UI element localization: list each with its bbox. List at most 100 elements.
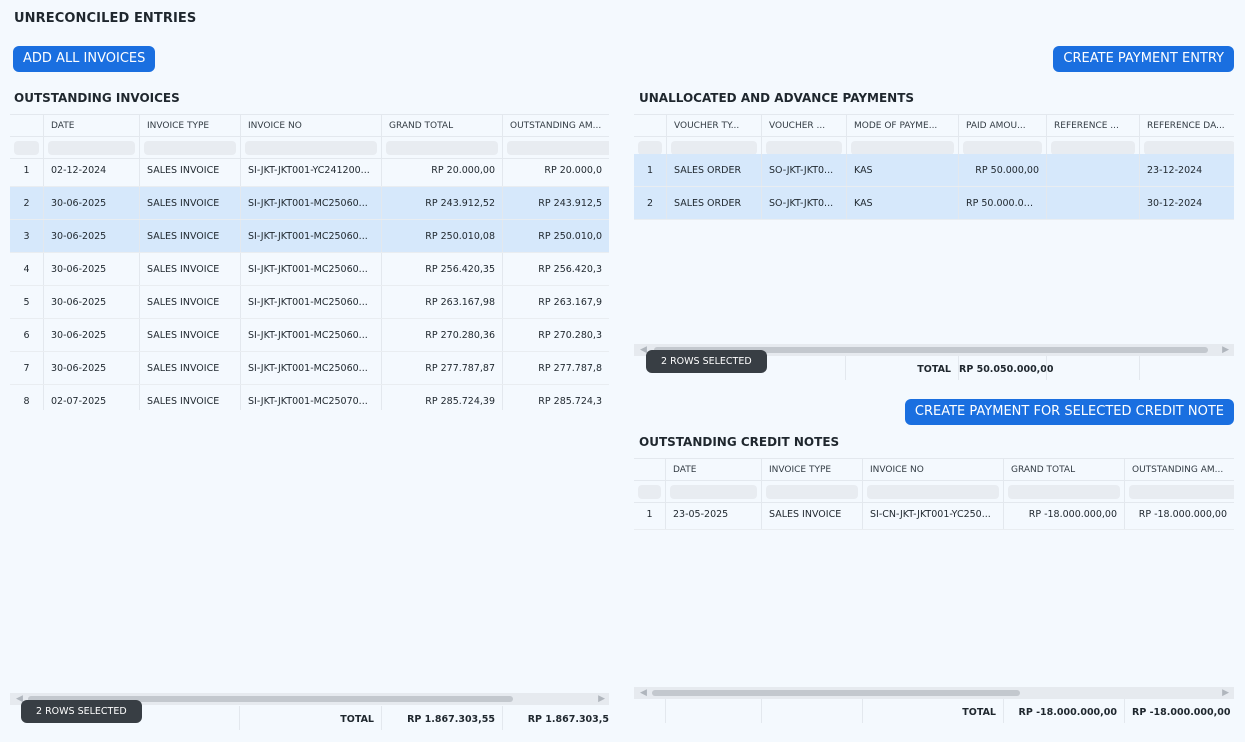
row-index: 5: [23, 297, 30, 308]
cell-outstanding: RP 250.010,0: [502, 220, 609, 252]
invoices-section-title: OUTSTANDING INVOICES: [14, 91, 180, 105]
table-row[interactable]: 5 30-06-2025 SALES INVOICE SI-JKT-JKT001-MC…: [10, 286, 609, 319]
cell-invoice-no: SI-CN-JKT-JKT001-YC250...: [862, 500, 1003, 529]
column-header-reference-no[interactable]: REFERENCE ...: [1046, 115, 1139, 136]
filter-mode-input[interactable]: [851, 141, 954, 155]
column-header-voucher-type[interactable]: VOUCHER TY...: [666, 115, 761, 136]
credit-notes-section-title: OUTSTANDING CREDIT NOTES: [639, 435, 840, 449]
cell-invoice-no: SI-JKT-JKT001-YC241200...: [240, 154, 381, 186]
table-row[interactable]: 1 23-05-2025 SALES INVOICE SI-CN-JKT-JKT001…: [634, 500, 1234, 530]
column-header-paid-amount[interactable]: PAID AMOU...: [958, 115, 1046, 136]
column-header-outstanding[interactable]: OUTSTANDING AM...: [1124, 459, 1234, 480]
cell-invoice-no: SI-JKT-JKT001-MC25060...: [240, 352, 381, 384]
cell-invoice-type: SALES INVOICE: [139, 220, 240, 252]
cell-outstanding: RP 285.724,3: [502, 385, 609, 410]
payments-section-title: UNALLOCATED AND ADVANCE PAYMENTS: [639, 91, 915, 105]
cell-invoice-type: SALES INVOICE: [139, 154, 240, 186]
table-row[interactable]: 6 30-06-2025 SALES INVOICE SI-JKT-JKT001-MC…: [10, 319, 609, 352]
filter-invoice-type-input[interactable]: [144, 141, 236, 155]
cell-invoice-no: SI-JKT-JKT001-MC25060...: [240, 220, 381, 252]
column-header-date[interactable]: DATE: [665, 459, 761, 480]
filter-invoice-type-input[interactable]: [766, 485, 858, 499]
table-row[interactable]: 8 02-07-2025 SALES INVOICE SI-JKT-JKT001-MC…: [10, 385, 609, 410]
cell-date: 30-06-2025: [43, 286, 139, 318]
payments-grid: VOUCHER TY... VOUCHER ... MODE OF PAYME.…: [634, 114, 1234, 344]
payments-selected-badge: 2 ROWS SELECTED: [646, 350, 767, 373]
table-row[interactable]: 2 SALES ORDER SO-JKT-JKT0... KAS RP 50.000.0…: [634, 187, 1234, 220]
cell-date: 30-06-2025: [43, 319, 139, 351]
table-row[interactable]: 1 SALES ORDER SO-JKT-JKT0... KAS RP 50.000,0…: [634, 154, 1234, 187]
cell-date: 30-06-2025: [43, 253, 139, 285]
filter-voucher-no-input[interactable]: [766, 141, 842, 155]
column-header-grand-total[interactable]: GRAND TOTAL: [1003, 459, 1124, 480]
cell-outstanding: RP 270.280,3: [502, 319, 609, 351]
cell-invoice-type: SALES INVOICE: [139, 286, 240, 318]
cell-grand-total: RP 243.912,52: [381, 187, 502, 219]
filter-outstanding-input[interactable]: [1129, 485, 1234, 499]
invoices-header-row: DATE INVOICE TYPE INVOICE NO GRAND TOTAL…: [10, 114, 609, 137]
table-row[interactable]: 7 30-06-2025 SALES INVOICE SI-JKT-JKT001-MC…: [10, 352, 609, 385]
table-row[interactable]: 3 30-06-2025 SALES INVOICE SI-JKT-JKT001-MC…: [10, 220, 609, 253]
cell-reference-no: [1046, 187, 1139, 219]
totals-empty-cell: [665, 699, 761, 723]
filter-input[interactable]: [638, 141, 662, 155]
scroll-right-icon[interactable]: ▶: [1222, 688, 1229, 698]
column-header-grand-total[interactable]: GRAND TOTAL: [381, 115, 502, 136]
scroll-left-icon[interactable]: ◀: [640, 688, 647, 698]
cell-reference-no: [1046, 154, 1139, 186]
filter-invoice-no-input[interactable]: [245, 141, 377, 155]
totals-empty-cell: [761, 699, 862, 723]
cell-voucher-no: SO-JKT-JKT0...: [761, 154, 846, 186]
cell-mode-of-payment: KAS: [846, 154, 958, 186]
cell-invoice-type: SALES INVOICE: [139, 385, 240, 410]
row-index-header: [634, 115, 666, 136]
cell-outstanding: RP 20.000,0: [502, 154, 609, 186]
filter-date-input[interactable]: [48, 141, 135, 155]
payments-header-row: VOUCHER TY... VOUCHER ... MODE OF PAYME.…: [634, 114, 1234, 137]
filter-date-input[interactable]: [670, 485, 757, 499]
column-header-mode-of-payment[interactable]: MODE OF PAYME...: [846, 115, 958, 136]
filter-outstanding-input[interactable]: [507, 141, 609, 155]
column-header-invoice-no[interactable]: INVOICE NO: [862, 459, 1003, 480]
create-payment-entry-button[interactable]: CREATE PAYMENT ENTRY: [1053, 46, 1234, 72]
add-all-invoices-button[interactable]: ADD ALL INVOICES: [13, 46, 156, 72]
cell-outstanding: RP -18.000.000,00: [1124, 500, 1234, 529]
cell-invoice-no: SI-JKT-JKT001-MC25060...: [240, 319, 381, 351]
column-header-date[interactable]: DATE: [43, 115, 139, 136]
filter-voucher-type-input[interactable]: [671, 141, 757, 155]
credit-notes-horizontal-scrollbar[interactable]: ◀ ▶: [634, 687, 1234, 699]
table-row[interactable]: 2 30-06-2025 SALES INVOICE SI-JKT-JKT001-MC…: [10, 187, 609, 220]
row-index-header: [10, 115, 43, 136]
column-header-invoice-type[interactable]: INVOICE TYPE: [139, 115, 240, 136]
cell-outstanding: RP 256.420,3: [502, 253, 609, 285]
create-payment-credit-note-button[interactable]: CREATE PAYMENT FOR SELECTED CREDIT NOTE: [904, 399, 1234, 425]
column-header-reference-date[interactable]: REFERENCE DA...: [1139, 115, 1234, 136]
filter-reference-no-input[interactable]: [1051, 141, 1135, 155]
totals-empty-cell: [634, 699, 665, 723]
filter-grand-total-input[interactable]: [1008, 485, 1120, 499]
filter-invoice-no-input[interactable]: [867, 485, 999, 499]
scrollbar-thumb[interactable]: [652, 690, 1020, 696]
cell-invoice-type: SALES INVOICE: [139, 187, 240, 219]
table-row[interactable]: 1 02-12-2024 SALES INVOICE SI-JKT-JKT001-YC…: [10, 154, 609, 187]
filter-grand-total-input[interactable]: [386, 141, 498, 155]
cell-outstanding: RP 277.787,8: [502, 352, 609, 384]
filter-paid-amount-input[interactable]: [963, 141, 1042, 155]
cell-reference-date: 30-12-2024: [1139, 187, 1234, 219]
cell-invoice-type: SALES INVOICE: [761, 500, 862, 529]
column-header-voucher-no[interactable]: VOUCHER ...: [761, 115, 846, 136]
filter-input[interactable]: [14, 141, 39, 155]
column-header-invoice-type[interactable]: INVOICE TYPE: [761, 459, 862, 480]
filter-input[interactable]: [638, 485, 661, 499]
scroll-right-icon[interactable]: ▶: [1222, 345, 1229, 355]
column-header-invoice-no[interactable]: INVOICE NO: [240, 115, 381, 136]
totals-empty-cell: [1139, 356, 1234, 380]
cell-voucher-type: SALES ORDER: [666, 187, 761, 219]
column-header-outstanding[interactable]: OUTSTANDING AM...: [502, 115, 609, 136]
cell-invoice-no: SI-JKT-JKT001-MC25070...: [240, 385, 381, 410]
cell-grand-total: RP 270.280,36: [381, 319, 502, 351]
filter-reference-date-input[interactable]: [1144, 141, 1234, 155]
table-row[interactable]: 4 30-06-2025 SALES INVOICE SI-JKT-JKT001-MC…: [10, 253, 609, 286]
cell-grand-total: RP 263.167,98: [381, 286, 502, 318]
scroll-right-icon[interactable]: ▶: [598, 694, 605, 704]
